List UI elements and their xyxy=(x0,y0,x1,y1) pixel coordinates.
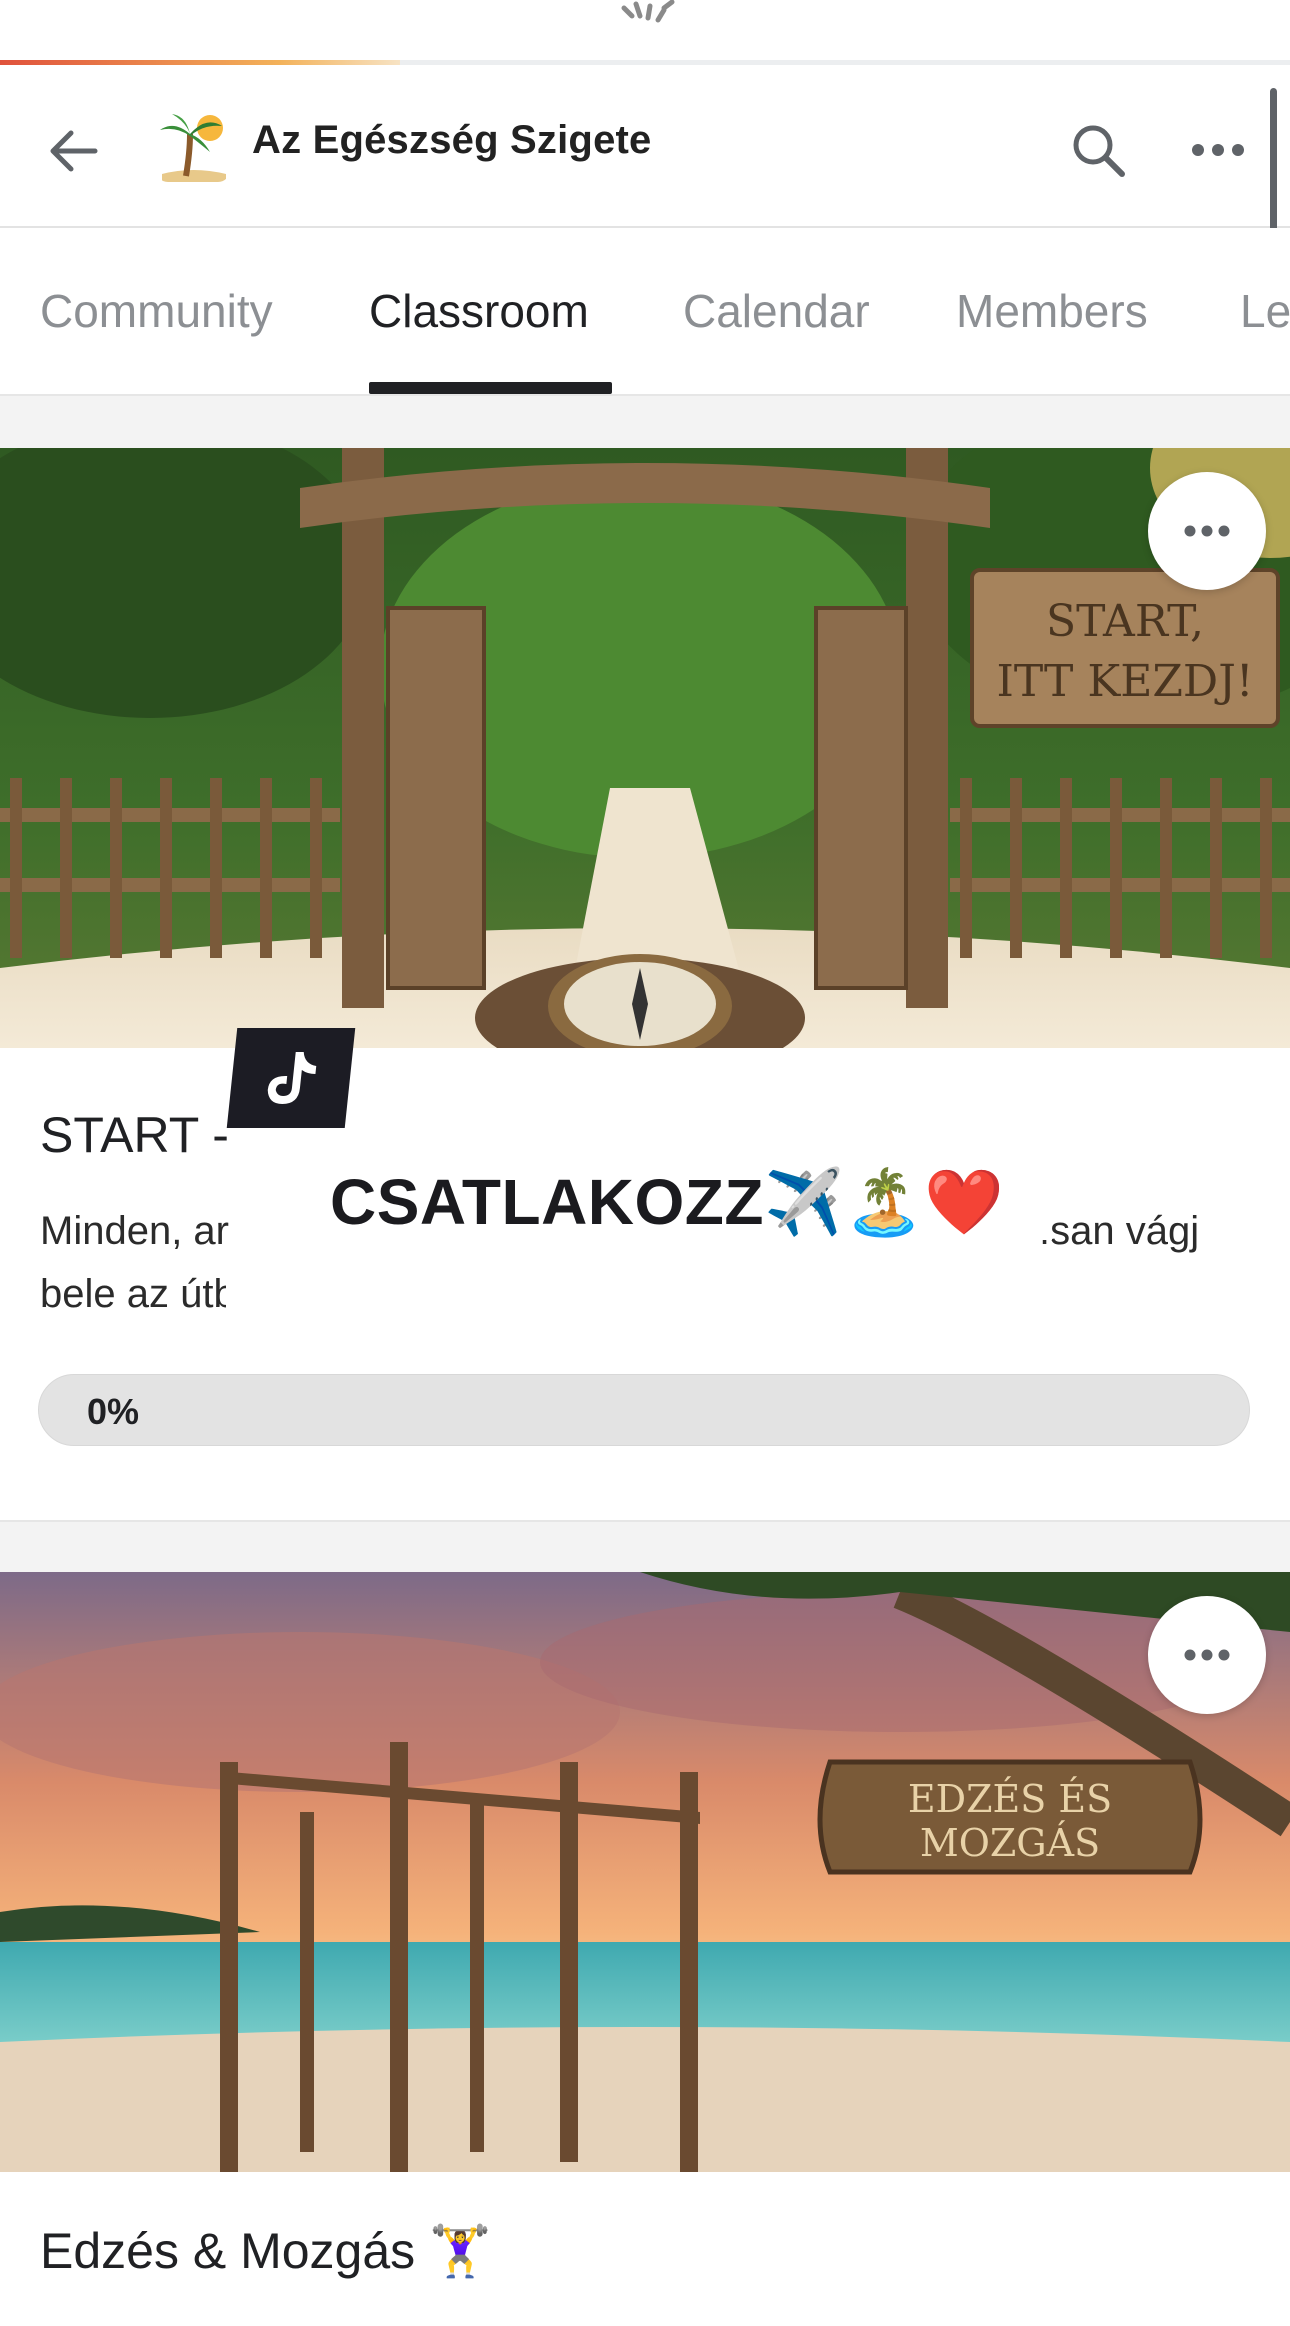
tab-members[interactable]: Members xyxy=(956,284,1148,338)
tab-bar: Community Classroom Calendar Members Le xyxy=(0,228,1290,396)
group-logo[interactable] xyxy=(156,108,230,182)
svg-text:MOZGÁS: MOZGÁS xyxy=(920,1821,1100,1865)
tab-community[interactable]: Community xyxy=(40,284,273,338)
course-progress-bar: 0% xyxy=(38,1374,1250,1446)
svg-text:ITT KEZDJ!: ITT KEZDJ! xyxy=(996,656,1253,707)
course-title[interactable]: START - xyxy=(40,1106,229,1164)
svg-text:START,: START, xyxy=(1046,596,1204,647)
active-tab-indicator xyxy=(369,382,612,394)
loading-strip xyxy=(0,0,1290,66)
group-name[interactable]: Az Egészség Szigete xyxy=(252,118,651,163)
tiktok-logo xyxy=(226,1028,356,1128)
svg-text:EDZÉS ÉS: EDZÉS ÉS xyxy=(908,1777,1112,1821)
loading-spinner-icon xyxy=(621,0,675,23)
more-horizontal-icon xyxy=(1184,1649,1230,1661)
course-cover-image[interactable]: EDZÉS ÉS MOZGÁS xyxy=(0,1572,1290,2172)
arrow-left-icon xyxy=(50,130,98,172)
app-screen: Az Egészség Szigete Community Classroom … xyxy=(0,0,1290,2326)
tab-classroom[interactable]: Classroom xyxy=(369,284,589,338)
course-title[interactable]: Edzés & Mozgás 🏋️‍♀️ xyxy=(40,2222,491,2281)
course-card[interactable]: START, ITT KEZDJ! START - Minden, ar ısan… xyxy=(0,448,1290,1520)
palm-tree-icon xyxy=(160,114,226,182)
course-description-part: ısan vágj xyxy=(1038,1209,1200,1253)
search-icon xyxy=(1073,125,1125,177)
beach-workout-illustration: EDZÉS ÉS MOZGÁS xyxy=(0,1572,1290,2172)
card-divider xyxy=(0,1520,1290,1572)
course-options-button[interactable] xyxy=(1148,472,1266,590)
tab-calendar[interactable]: Calendar xyxy=(683,284,870,338)
more-options-button[interactable] xyxy=(1180,114,1256,186)
back-button[interactable] xyxy=(38,116,108,186)
course-cover-image[interactable]: START, ITT KEZDJ! xyxy=(0,448,1290,1048)
course-card[interactable]: EDZÉS ÉS MOZGÁS Edzés & Mozgás 🏋️‍♀️ xyxy=(0,1572,1290,2326)
course-description-part: Minden, ar xyxy=(40,1209,229,1253)
watermark-caption: CSATLAKOZZ✈️🏝️❤️ xyxy=(330,1166,1005,1238)
tiktok-icon xyxy=(267,1052,317,1104)
course-progress-label: 0% xyxy=(87,1391,140,1432)
watermark-caption-background xyxy=(226,1226,306,1316)
app-header: Az Egészség Szigete xyxy=(0,66,1290,228)
search-button[interactable] xyxy=(1062,114,1134,186)
page-load-progress xyxy=(0,60,1290,65)
jungle-gate-illustration: START, ITT KEZDJ! xyxy=(0,448,1290,1048)
more-horizontal-icon xyxy=(1184,525,1230,537)
more-horizontal-icon xyxy=(1192,144,1244,156)
tab-leaderboards[interactable]: Le xyxy=(1240,284,1290,338)
course-options-button[interactable] xyxy=(1148,1596,1266,1714)
section-divider xyxy=(0,396,1290,448)
